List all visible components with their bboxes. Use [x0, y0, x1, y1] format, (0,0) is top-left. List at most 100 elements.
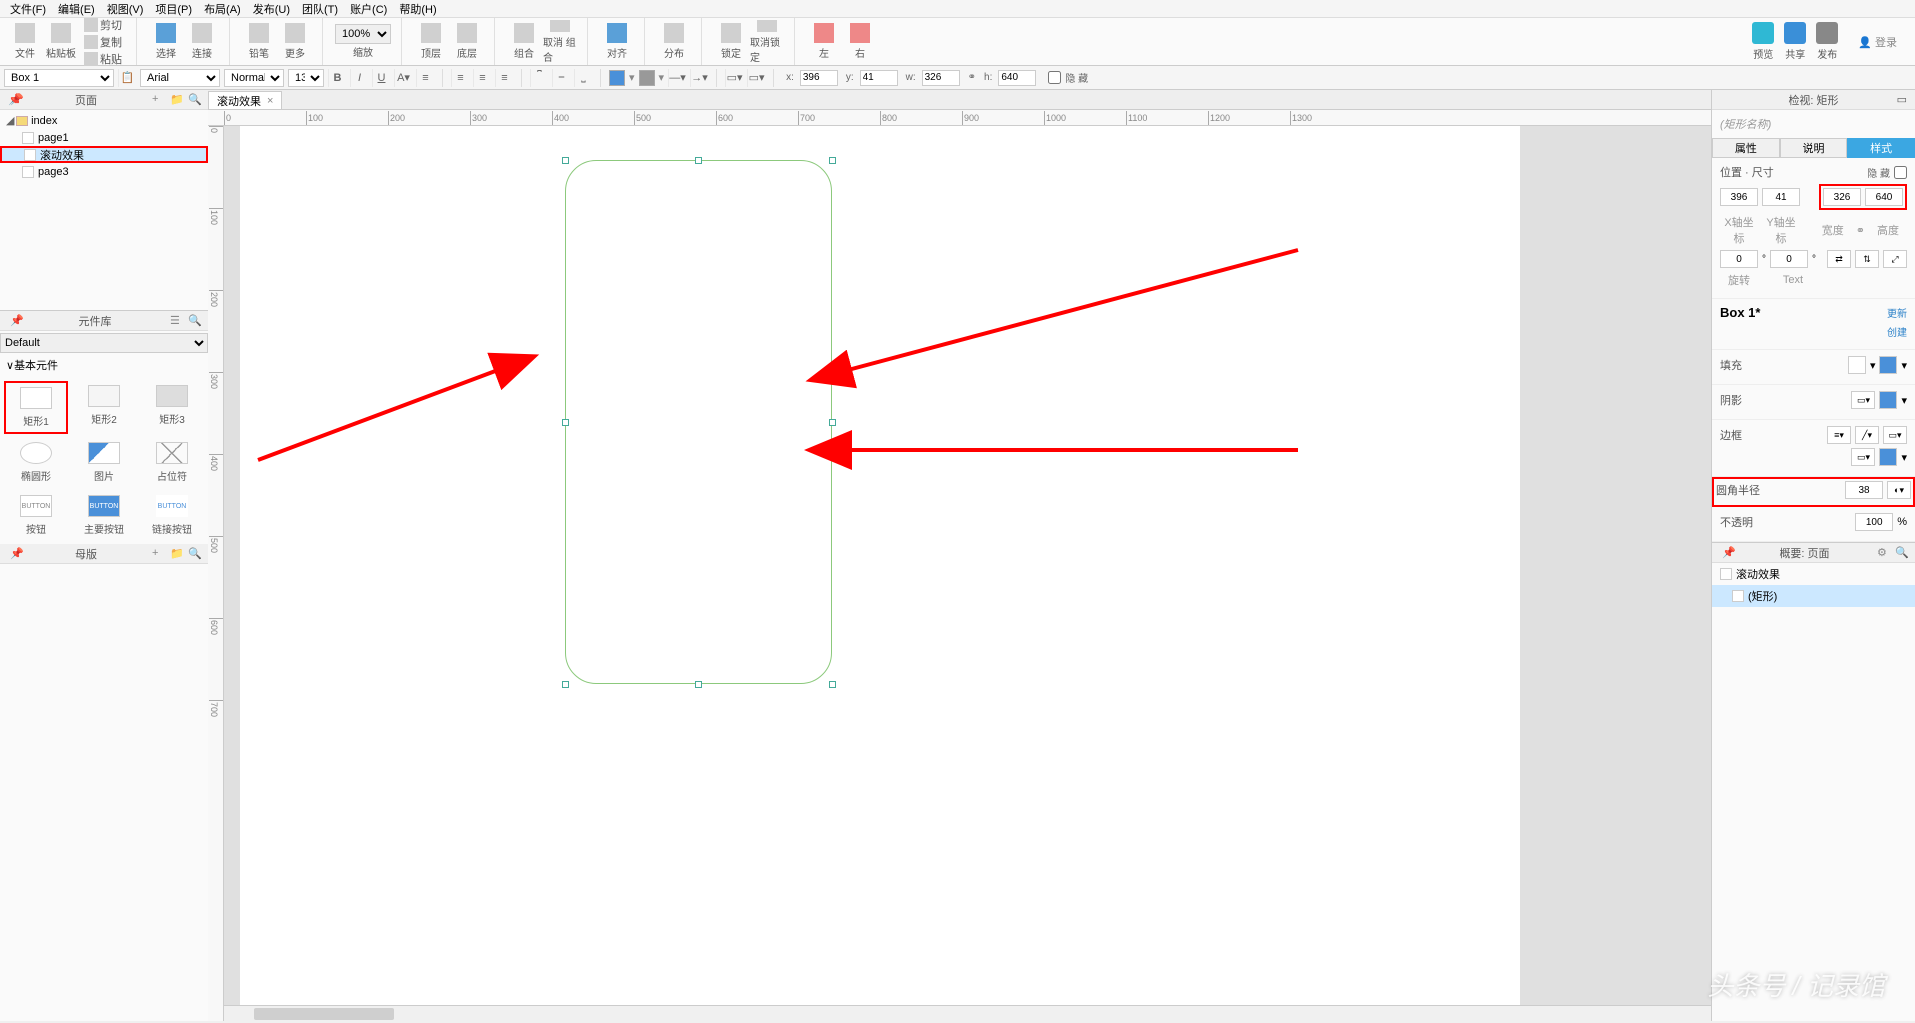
- unlock-button[interactable]: 取消锁定: [750, 20, 784, 64]
- w-input[interactable]: [922, 70, 960, 86]
- border-out-icon[interactable]: ▭▾: [725, 69, 743, 87]
- fill-type[interactable]: [1879, 356, 1897, 374]
- login-button[interactable]: 👤 登录: [1848, 34, 1907, 50]
- bring-front-button[interactable]: 顶层: [414, 20, 448, 64]
- pin-icon[interactable]: 📌: [10, 547, 24, 561]
- scrollbar-horizontal[interactable]: [224, 1005, 1711, 1021]
- lib-image[interactable]: 图片: [72, 438, 136, 487]
- search-icon[interactable]: 🔍: [188, 93, 202, 107]
- search-icon[interactable]: 🔍: [1895, 546, 1909, 560]
- bullets-button[interactable]: ≡: [416, 69, 434, 87]
- align-left-icon[interactable]: ≡: [451, 69, 469, 87]
- lib-primary-button[interactable]: BUTTON主要按钮: [72, 491, 136, 540]
- paste-button[interactable]: 粘贴: [80, 51, 126, 67]
- pos-w-input[interactable]: [1823, 188, 1861, 206]
- lib-rect2[interactable]: 矩形2: [72, 381, 136, 434]
- italic-button[interactable]: I: [350, 69, 368, 87]
- selection-handle[interactable]: [829, 157, 836, 164]
- add-folder-icon[interactable]: 📁: [170, 93, 184, 107]
- corner-type[interactable]: ◐▾: [1887, 481, 1911, 499]
- pos-y-input[interactable]: [1762, 188, 1800, 206]
- create-link[interactable]: 创建: [1887, 324, 1907, 339]
- valign-mid-icon[interactable]: ⎯: [552, 69, 570, 87]
- lock-button[interactable]: 锁定: [714, 20, 748, 64]
- menu-team[interactable]: 团队(T): [296, 0, 344, 19]
- align-center-icon[interactable]: ≡: [473, 69, 491, 87]
- fill-color[interactable]: [609, 70, 625, 86]
- tab-notes[interactable]: 说明: [1780, 138, 1848, 158]
- align-right-button[interactable]: 右: [843, 20, 877, 64]
- add-mfolder-icon[interactable]: 📁: [170, 547, 184, 561]
- tab-properties[interactable]: 属性: [1712, 138, 1780, 158]
- search-icon[interactable]: 🔍: [188, 314, 202, 328]
- size-select[interactable]: 13: [288, 69, 324, 87]
- underline-button[interactable]: U: [372, 69, 390, 87]
- selection-handle[interactable]: [695, 681, 702, 688]
- hidden-checkbox[interactable]: [1894, 166, 1907, 179]
- filter-icon[interactable]: ⚙: [1877, 546, 1891, 560]
- lib-rect3[interactable]: 矩形3: [140, 381, 204, 434]
- link-wh-icon[interactable]: ⚭: [968, 72, 976, 83]
- align-left-button[interactable]: 左: [807, 20, 841, 64]
- cut-button[interactable]: 剪切: [80, 17, 126, 33]
- share-button[interactable]: 共享: [1784, 22, 1806, 61]
- shape-select[interactable]: Box 1: [4, 69, 114, 87]
- menu-publish[interactable]: 发布(U): [247, 0, 296, 19]
- fill-color[interactable]: [1848, 356, 1866, 374]
- text-rotation-input[interactable]: [1770, 250, 1808, 268]
- border-color[interactable]: ▭▾: [1851, 448, 1875, 466]
- tree-root[interactable]: ◢ index: [0, 112, 208, 129]
- more-button[interactable]: 更多: [278, 20, 312, 64]
- align-button[interactable]: 对齐: [600, 20, 634, 64]
- x-input[interactable]: [800, 70, 838, 86]
- menu-file[interactable]: 文件(F): [4, 0, 52, 19]
- group-button[interactable]: 组合: [507, 20, 541, 64]
- selected-rectangle[interactable]: [565, 160, 832, 685]
- pos-h-input[interactable]: [1865, 188, 1903, 206]
- selection-handle[interactable]: [695, 157, 702, 164]
- clipboard-button[interactable]: 粘贴板: [44, 20, 78, 64]
- selection-handle[interactable]: [562, 681, 569, 688]
- line-weight-icon[interactable]: —▾: [668, 69, 686, 87]
- menu-layout[interactable]: 布局(A): [198, 0, 247, 19]
- shape-name-input[interactable]: (矩形名称): [1712, 110, 1915, 138]
- distribute-button[interactable]: 分布: [657, 20, 691, 64]
- menu-account[interactable]: 账户(C): [344, 0, 393, 19]
- pin-icon[interactable]: 📌: [1722, 546, 1736, 560]
- pin-icon[interactable]: 📌: [8, 93, 22, 106]
- update-link[interactable]: 更新: [1887, 305, 1907, 320]
- line-color[interactable]: [639, 70, 655, 86]
- hidden-checkbox[interactable]: [1048, 71, 1061, 84]
- border-weight[interactable]: ≡▾: [1827, 426, 1851, 444]
- valign-bot-icon[interactable]: ⎵: [574, 69, 592, 87]
- copy-button[interactable]: 复制: [80, 34, 126, 50]
- menu-help[interactable]: 帮助(H): [393, 0, 442, 19]
- flip-v-icon[interactable]: ⇅: [1855, 250, 1879, 268]
- outline-page[interactable]: 滚动效果: [1712, 563, 1915, 585]
- tree-page-scroll[interactable]: 滚动效果: [0, 146, 208, 163]
- border-in-icon[interactable]: ▭▾: [747, 69, 765, 87]
- weight-select[interactable]: Normal: [224, 69, 284, 87]
- lib-rect1[interactable]: 矩形1: [4, 381, 68, 434]
- bold-button[interactable]: B: [328, 69, 346, 87]
- opacity-input[interactable]: [1855, 513, 1893, 531]
- page-surface[interactable]: [240, 126, 1520, 1021]
- menu-icon[interactable]: ☰: [170, 314, 184, 328]
- add-master-icon[interactable]: +: [152, 547, 166, 561]
- align-right-icon[interactable]: ≡: [495, 69, 513, 87]
- menu-project[interactable]: 项目(P): [149, 0, 198, 19]
- link-wh-icon[interactable]: ⚭: [1856, 224, 1865, 237]
- tab-style[interactable]: 样式: [1847, 138, 1915, 158]
- autosize-icon[interactable]: ⤢: [1883, 250, 1907, 268]
- add-page-icon[interactable]: +: [152, 93, 166, 107]
- font-select[interactable]: Arial: [140, 69, 220, 87]
- selection-handle[interactable]: [562, 157, 569, 164]
- corner-radius-input[interactable]: [1845, 481, 1883, 499]
- valign-top-icon[interactable]: ⎴: [530, 69, 548, 87]
- rotation-input[interactable]: [1720, 250, 1758, 268]
- file-button[interactable]: 文件: [8, 20, 42, 64]
- pencil-button[interactable]: 铅笔: [242, 20, 276, 64]
- lib-placeholder[interactable]: 占位符: [140, 438, 204, 487]
- tree-page3[interactable]: page3: [0, 163, 208, 180]
- border-visible[interactable]: ▭▾: [1883, 426, 1907, 444]
